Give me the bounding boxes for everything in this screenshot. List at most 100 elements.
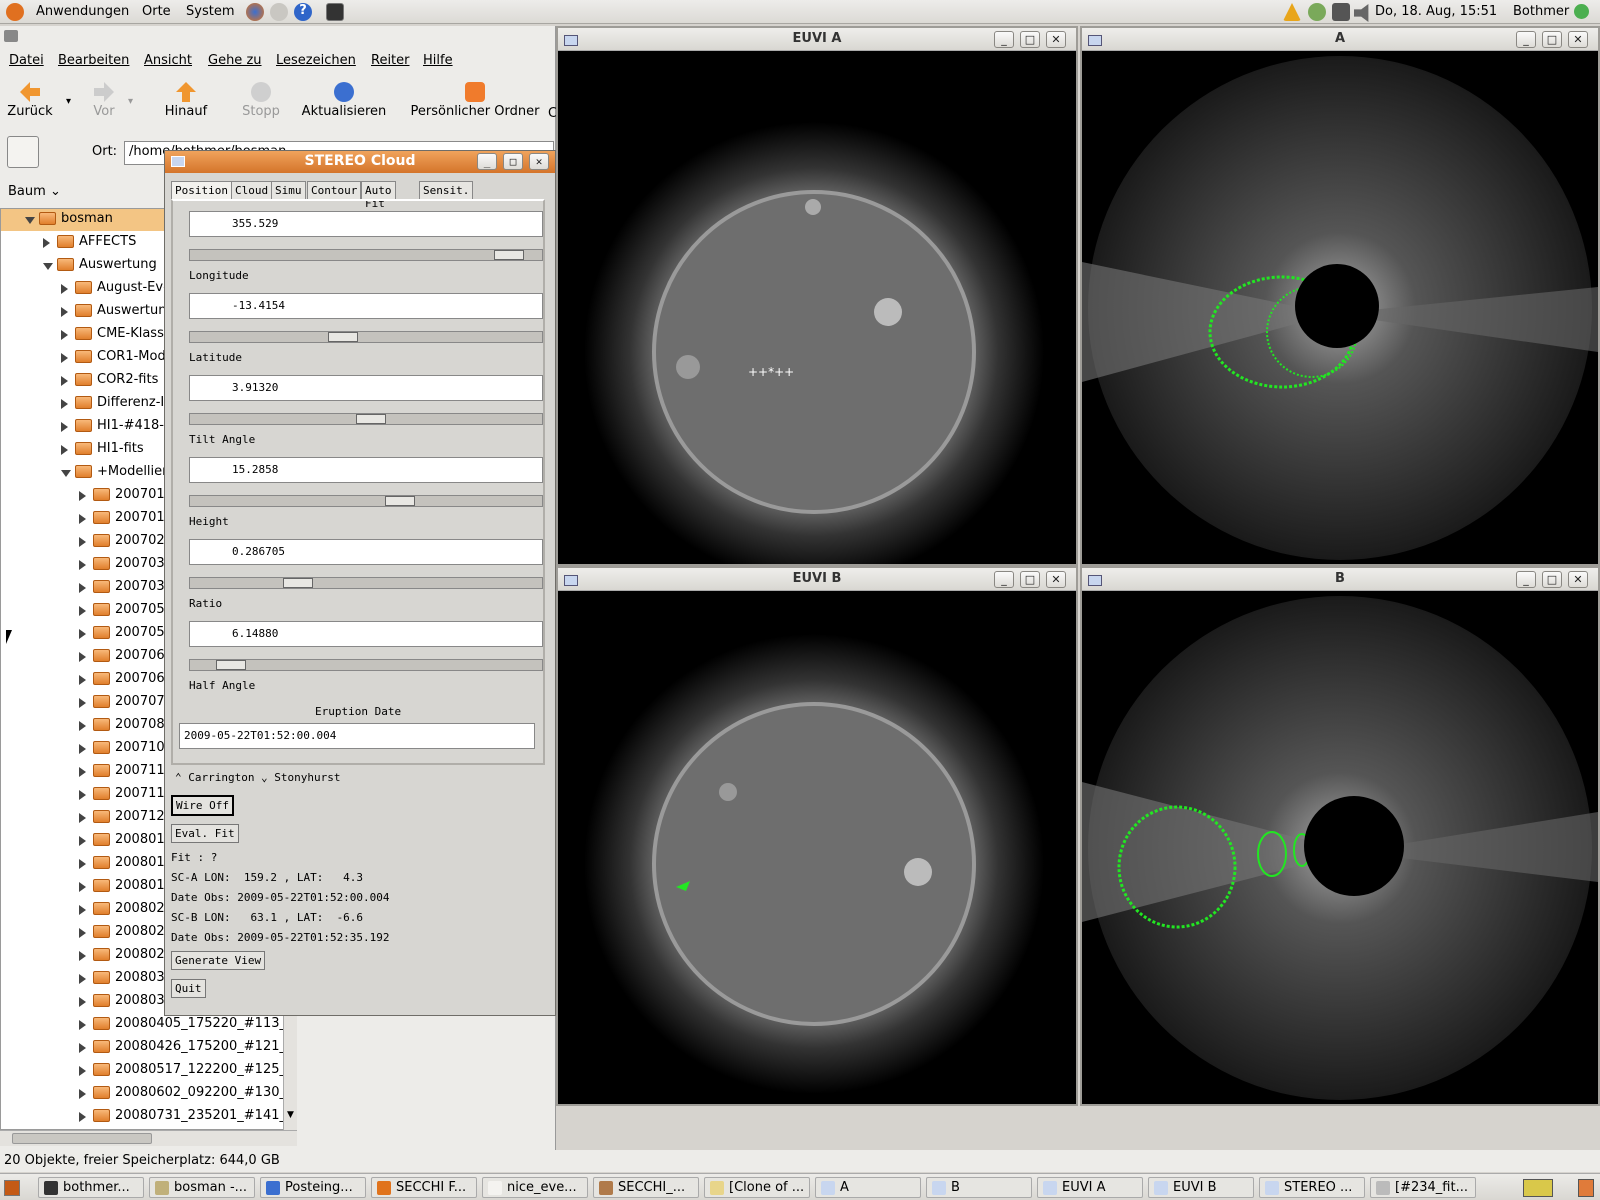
tab-contour[interactable]: Contour (307, 181, 362, 201)
tree-horizontal-scrollbar[interactable] (0, 1130, 297, 1146)
taskbar-item[interactable]: SECCHI_... (593, 1177, 699, 1198)
radio-stonyhurst[interactable]: ⌄ Stonyhurst (261, 771, 340, 784)
window-menu-icon[interactable] (564, 575, 578, 586)
slider-handle[interactable] (385, 496, 416, 506)
param-field[interactable]: 0.286705 (189, 539, 543, 565)
slider-handle[interactable] (494, 250, 524, 260)
expander-closed-icon[interactable] (61, 422, 68, 432)
reload-button[interactable]: Aktualisieren (300, 82, 388, 119)
param-slider[interactable] (189, 495, 543, 507)
menu-bearbeiten[interactable]: Bearbeiten (58, 53, 129, 68)
update-icon[interactable] (1308, 3, 1326, 21)
expander-open-icon[interactable] (25, 217, 35, 229)
expander-closed-icon[interactable] (61, 307, 68, 317)
expander-open-icon[interactable] (43, 263, 53, 275)
maximize-button[interactable]: □ (1542, 571, 1562, 588)
expander-closed-icon[interactable] (79, 1020, 86, 1030)
home-button[interactable]: Persönlicher Ordner (410, 82, 540, 119)
expander-closed-icon[interactable] (79, 698, 86, 708)
back-button[interactable]: Zurück (6, 82, 54, 119)
wire-off-button[interactable]: Wire Off (171, 795, 234, 816)
window-menu-icon[interactable] (1088, 575, 1102, 586)
mail-icon[interactable] (270, 3, 288, 21)
expander-closed-icon[interactable] (79, 790, 86, 800)
tab-simu[interactable]: Simu (271, 181, 306, 201)
close-button[interactable]: ✕ (1046, 571, 1066, 588)
menu-places[interactable]: Orte (142, 4, 171, 19)
menu-applications[interactable]: Anwendungen (36, 4, 129, 19)
show-desktop-icon[interactable] (4, 1180, 20, 1196)
taskbar-item[interactable]: bosman -... (149, 1177, 255, 1198)
tree-row[interactable]: 20080517_122200_#125_ (1, 1060, 289, 1082)
close-button[interactable]: ✕ (1568, 571, 1588, 588)
expander-closed-icon[interactable] (79, 721, 86, 731)
expander-closed-icon[interactable] (79, 514, 86, 524)
menu-gehe-zu[interactable]: Gehe zu (208, 53, 262, 68)
expander-closed-icon[interactable] (79, 606, 86, 616)
taskbar-item[interactable]: STEREO ... (1259, 1177, 1365, 1198)
minimize-button[interactable]: _ (994, 571, 1014, 588)
scroll-thumb[interactable] (12, 1133, 152, 1144)
expander-closed-icon[interactable] (79, 652, 86, 662)
generate-view-button[interactable]: Generate View (171, 951, 266, 970)
taskbar-item[interactable]: B (926, 1177, 1032, 1198)
forward-history-chevron-icon[interactable]: ▾ (128, 96, 133, 107)
maximize-button[interactable]: □ (1020, 31, 1040, 48)
back-history-chevron-icon[interactable]: ▾ (66, 96, 71, 107)
tree-row[interactable]: 20080426_175200_#121_ (1, 1037, 289, 1059)
minimize-button[interactable]: _ (1516, 571, 1536, 588)
param-slider[interactable] (189, 249, 543, 261)
tab-cloud[interactable]: Cloud (231, 181, 273, 201)
quit-button[interactable]: Quit (171, 979, 206, 998)
menu-reiter[interactable]: Reiter (371, 53, 410, 68)
close-button[interactable]: ✕ (1568, 31, 1588, 48)
close-button[interactable]: ✕ (1046, 31, 1066, 48)
expander-open-icon[interactable] (61, 470, 71, 482)
param-slider[interactable] (189, 577, 543, 589)
expander-closed-icon[interactable] (79, 1089, 86, 1099)
taskbar-item[interactable]: A (815, 1177, 921, 1198)
expander-closed-icon[interactable] (61, 284, 68, 294)
warning-icon[interactable] (1283, 3, 1301, 21)
forward-button[interactable]: Vor (86, 82, 122, 119)
radio-carrington[interactable]: ⌃ Carrington (175, 771, 254, 784)
clock[interactable]: Do, 18. Aug, 15:51 (1375, 4, 1497, 19)
status-online-icon[interactable] (1574, 4, 1589, 19)
view-mode-select[interactable]: Baum ⌄ (8, 184, 61, 199)
param-field[interactable]: 355.529 (189, 211, 543, 237)
param-field[interactable]: 15.2858 (189, 457, 543, 483)
eval-fit-button[interactable]: Eval. Fit (171, 824, 239, 843)
expander-closed-icon[interactable] (79, 905, 86, 915)
taskbar-item[interactable]: EUVI A (1037, 1177, 1143, 1198)
taskbar-item[interactable]: nice_eve... (482, 1177, 588, 1198)
scroll-down-icon[interactable]: ▼ (285, 1110, 296, 1126)
param-slider[interactable] (189, 331, 543, 343)
taskbar-item[interactable]: EUVI B (1148, 1177, 1254, 1198)
param-slider[interactable] (189, 413, 543, 425)
expander-closed-icon[interactable] (79, 560, 86, 570)
network-icon[interactable] (1332, 3, 1350, 21)
expander-closed-icon[interactable] (61, 353, 68, 363)
eruption-date-field[interactable]: 2009-05-22T01:52:00.004 (179, 723, 535, 749)
expander-closed-icon[interactable] (79, 836, 86, 846)
tree-row[interactable]: 20080602_092200_#130_ (1, 1083, 289, 1105)
stop-button[interactable]: Stopp (238, 82, 284, 119)
param-field[interactable]: 6.14880 (189, 621, 543, 647)
taskbar-item[interactable]: [#234_fit... (1370, 1177, 1476, 1198)
param-slider[interactable] (189, 659, 543, 671)
expander-closed-icon[interactable] (79, 491, 86, 501)
slider-handle[interactable] (327, 332, 358, 342)
minimize-button[interactable]: _ (994, 31, 1014, 48)
menu-lesezeichen[interactable]: Lesezeichen (276, 53, 356, 68)
ubuntu-logo-icon[interactable] (6, 3, 24, 21)
expander-closed-icon[interactable] (79, 767, 86, 777)
slider-handle[interactable] (282, 578, 313, 588)
menu-hilfe[interactable]: Hilfe (423, 53, 453, 68)
taskbar-item[interactable]: [Clone of ... (704, 1177, 810, 1198)
expander-closed-icon[interactable] (79, 928, 86, 938)
menu-datei[interactable]: Datei (9, 53, 44, 68)
tab-sensit[interactable]: Sensit. (419, 181, 474, 201)
volume-icon[interactable] (1354, 4, 1369, 22)
maximize-button[interactable]: □ (1542, 31, 1562, 48)
up-button[interactable]: Hinauf (160, 82, 212, 119)
